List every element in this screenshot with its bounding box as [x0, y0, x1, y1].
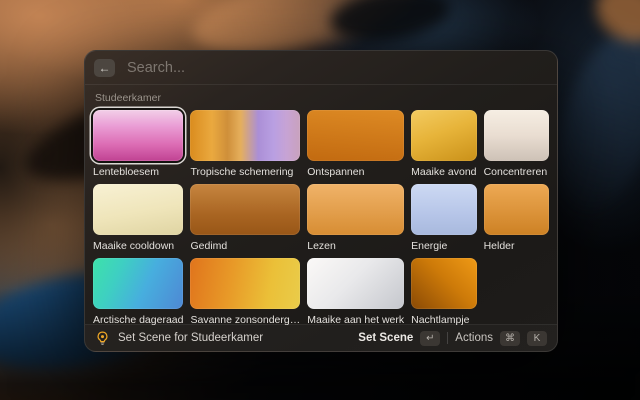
scene-card[interactable]: Concentreren — [484, 110, 549, 178]
scene-thumbnail — [190, 184, 300, 235]
section-title: Studeerkamer — [95, 92, 549, 104]
action-bar: Set Scene for Studeerkamer Set Scene ↵ A… — [85, 324, 557, 351]
scene-card[interactable]: Helder — [484, 184, 549, 252]
back-arrow-icon: ← — [99, 62, 111, 74]
scene-card[interactable]: Gedimd — [190, 184, 300, 252]
scene-thumbnail — [484, 184, 549, 235]
lightbulb-icon — [95, 331, 110, 346]
scene-label: Gedimd — [190, 240, 300, 252]
scene-thumbnail — [93, 184, 183, 235]
back-button[interactable]: ← — [94, 59, 115, 77]
desktop: { "window": { "search": { "placeholder":… — [0, 0, 640, 400]
search-input[interactable] — [125, 59, 548, 77]
scene-card[interactable]: Nachtlampje — [411, 258, 476, 326]
scene-card[interactable]: Energie — [411, 184, 476, 252]
scene-card[interactable]: Maaike aan het werk — [307, 258, 404, 326]
footer-divider — [447, 332, 448, 344]
footer-context-label: Set Scene for Studeerkamer — [118, 332, 263, 344]
header-divider — [85, 84, 557, 85]
scene-card[interactable]: Lezen — [307, 184, 404, 252]
scene-label: Concentreren — [484, 166, 549, 178]
scene-list-section: Studeerkamer Lentebloesem Tropische sche… — [85, 92, 557, 326]
scene-card[interactable]: Maaike cooldown — [93, 184, 183, 252]
scene-thumbnail — [307, 110, 404, 161]
k-key-badge[interactable]: K — [527, 331, 547, 346]
scene-card[interactable]: Tropische schemering — [190, 110, 300, 178]
scene-label: Maaike cooldown — [93, 240, 183, 252]
scene-grid: Lentebloesem Tropische schemering Ontspa… — [93, 110, 549, 326]
scene-thumbnail — [93, 110, 183, 161]
scene-label: Helder — [484, 240, 549, 252]
scene-card[interactable]: Savanne zonsonderg… — [190, 258, 300, 326]
scene-label: Ontspannen — [307, 166, 404, 178]
search-bar: ← — [85, 51, 557, 84]
scene-thumbnail — [411, 258, 476, 309]
scene-thumbnail — [190, 110, 300, 161]
scene-label: Maaike avond — [411, 166, 476, 178]
scene-thumbnail — [484, 110, 549, 161]
scene-picker-window: ← Studeerkamer Lentebloesem Tropische sc… — [84, 50, 558, 352]
set-scene-button[interactable]: Set Scene — [358, 332, 413, 344]
scene-label: Tropische schemering — [190, 166, 300, 178]
scene-thumbnail — [411, 184, 476, 235]
footer-actions: Set Scene ↵ Actions ⌘ K — [358, 331, 547, 346]
scene-card[interactable]: Ontspannen — [307, 110, 404, 178]
scene-label: Lentebloesem — [93, 166, 183, 178]
cmd-key-badge[interactable]: ⌘ — [500, 331, 520, 346]
scene-card[interactable]: Arctische dageraad — [93, 258, 183, 326]
scene-thumbnail — [93, 258, 183, 309]
scene-label: Energie — [411, 240, 476, 252]
scene-thumbnail — [307, 258, 404, 309]
scene-thumbnail — [190, 258, 300, 309]
scene-card[interactable]: Maaike avond — [411, 110, 476, 178]
enter-key-badge[interactable]: ↵ — [420, 331, 440, 346]
scene-card[interactable]: Lentebloesem — [93, 110, 183, 178]
scene-label: Lezen — [307, 240, 404, 252]
scene-thumbnail — [411, 110, 476, 161]
scene-thumbnail — [307, 184, 404, 235]
actions-button[interactable]: Actions — [455, 332, 493, 344]
